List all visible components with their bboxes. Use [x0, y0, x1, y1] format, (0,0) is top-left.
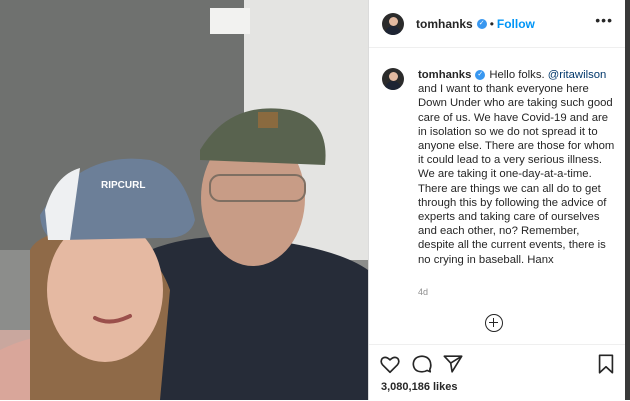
cap-logo: RIPCURL	[101, 180, 145, 191]
heart-icon[interactable]	[379, 353, 401, 375]
selfie-image: RIPCURL	[0, 0, 368, 400]
likes-count[interactable]: 3,080,186 likes	[381, 381, 457, 393]
add-circle-icon[interactable]	[485, 314, 503, 332]
mention-link[interactable]: @ritawilson	[548, 69, 607, 81]
header-username[interactable]: tomhanks	[416, 17, 473, 31]
more-options-icon[interactable]: •••	[595, 12, 613, 28]
post-age[interactable]: 4d	[418, 287, 428, 297]
caption-text: tomhanks ✓ Hello folks. @ritawilson and I …	[418, 68, 618, 267]
post-side-panel: tomhanks ✓ • Follow ••• tomhanks ✓ Hello f…	[368, 0, 626, 400]
caption-username[interactable]: tomhanks	[418, 69, 471, 81]
avatar[interactable]	[382, 68, 404, 90]
comment-icon[interactable]	[411, 353, 433, 375]
caption-intro: Hello folks.	[489, 69, 548, 81]
caption-body: and I want to thank everyone here Down U…	[418, 83, 615, 266]
verified-badge-icon: ✓	[476, 18, 487, 29]
verified-badge-icon: ✓	[475, 70, 486, 81]
window-edge	[625, 0, 630, 400]
post-header: tomhanks ✓ • Follow •••	[369, 0, 625, 48]
follow-button[interactable]: Follow	[497, 17, 535, 31]
action-bar: 3,080,186 likes	[369, 344, 625, 401]
separator-dot: •	[489, 16, 494, 31]
avatar[interactable]	[382, 12, 404, 35]
post-photo[interactable]: RIPCURL	[0, 0, 368, 400]
bookmark-icon[interactable]	[595, 353, 617, 375]
share-icon[interactable]	[442, 353, 464, 375]
